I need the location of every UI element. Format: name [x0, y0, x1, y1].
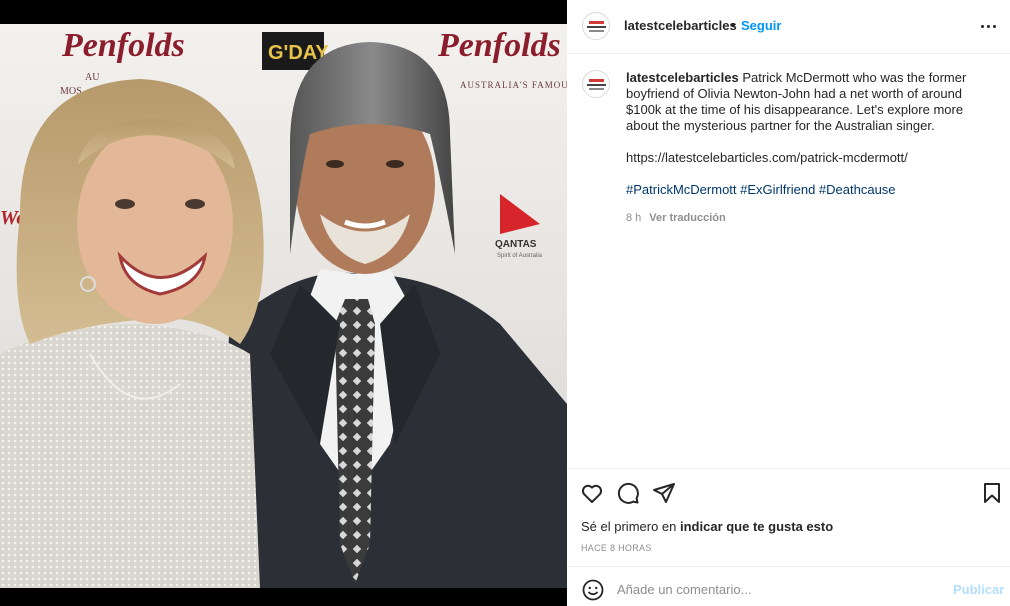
post-caption: latestcelebarticles Patrick McDermott wh… — [626, 70, 994, 198]
heart-icon[interactable] — [580, 481, 604, 505]
publish-button[interactable]: Publicar — [953, 582, 1004, 597]
author-username[interactable]: latestcelebarticles — [624, 18, 737, 33]
hashtag-link[interactable]: #PatrickMcDermott — [626, 182, 737, 197]
backdrop-famous-wine: AUSTRALIA'S FAMOUS WINE — [460, 80, 567, 90]
paper-plane-icon[interactable] — [652, 481, 676, 505]
instagram-post-modal: Penfolds Penfolds G'DAY AUSTRALIA'S FAMO… — [0, 0, 1010, 606]
caption-avatar[interactable] — [582, 70, 610, 98]
translate-button[interactable]: Ver traducción — [649, 212, 725, 224]
caption-meta: 8 h Ver traducción — [626, 212, 726, 224]
comment-input[interactable]: Añade un comentario... — [617, 582, 751, 597]
photo-letterbox-top — [0, 0, 567, 24]
backdrop-penfolds-left: Penfolds — [61, 27, 185, 64]
header-separator: • — [731, 17, 736, 32]
photo-letterbox-bottom — [0, 588, 567, 606]
post-photo-pane: Penfolds Penfolds G'DAY AUSTRALIA'S FAMO… — [0, 0, 567, 606]
caption-hashtags: #PatrickMcDermott #ExGirlfriend #Deathca… — [626, 182, 994, 198]
like-cta[interactable]: indicar que te gusta esto — [680, 519, 833, 534]
post-side-panel: latestcelebarticles • Seguir latestceleb… — [567, 0, 1010, 606]
likes-summary: Sé el primero en indicar que te gusta es… — [581, 519, 833, 534]
caption-link: https://latestcelebarticles.com/patrick-… — [626, 150, 908, 165]
post-timestamp: HACE 8 HORAS — [581, 543, 652, 553]
backdrop-penfolds-right: Penfolds — [437, 27, 561, 64]
post-photo-illustration: Penfolds Penfolds G'DAY AUSTRALIA'S FAMO… — [0, 24, 567, 588]
post-photo[interactable]: Penfolds Penfolds G'DAY AUSTRALIA'S FAMO… — [0, 24, 567, 588]
bookmark-icon[interactable] — [980, 481, 1004, 505]
likes-prefix: Sé el primero en — [581, 519, 680, 534]
author-avatar[interactable] — [582, 12, 610, 40]
more-options-icon[interactable] — [979, 17, 999, 35]
caption-age[interactable]: 8 h — [626, 212, 641, 224]
emoji-smile-icon[interactable] — [581, 578, 605, 602]
comment-composer: Añade un comentario... Publicar — [567, 566, 1010, 606]
follow-button[interactable]: Seguir — [741, 18, 781, 33]
hashtag-link[interactable]: #Deathcause — [819, 182, 896, 197]
hashtag-link[interactable]: #ExGirlfriend — [740, 182, 815, 197]
caption-section: latestcelebarticles Patrick McDermott wh… — [567, 54, 1010, 468]
caption-username[interactable]: latestcelebarticles — [626, 70, 739, 85]
post-header: latestcelebarticles • Seguir — [567, 0, 1010, 54]
backdrop-spirit: Spirit of Australia — [497, 253, 543, 259]
backdrop-qantas: QANTAS — [495, 239, 537, 250]
comment-bubble-icon[interactable] — [616, 481, 640, 505]
backdrop-au: AU — [85, 72, 100, 83]
